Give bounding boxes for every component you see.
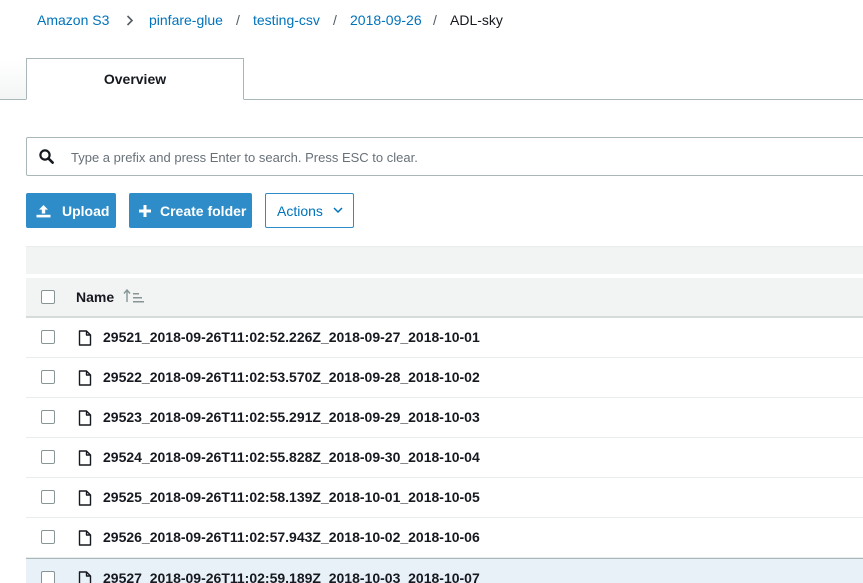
breadcrumb-folder-testing-csv[interactable]: testing-csv [253, 12, 320, 28]
file-icon [78, 410, 92, 426]
row-checkbox[interactable] [41, 330, 55, 344]
column-header-name[interactable]: Name [76, 289, 114, 305]
file-name-link[interactable]: 29525_2018-09-26T11:02:58.139Z_2018-10-0… [103, 489, 480, 505]
select-all-checkbox[interactable] [41, 290, 55, 304]
table-row[interactable]: 29522_2018-09-26T11:02:53.570Z_2018-09-2… [26, 358, 863, 398]
search-input[interactable] [69, 138, 863, 177]
create-folder-button-label: Create folder [160, 202, 247, 219]
table-header: Name [26, 278, 863, 318]
row-checkbox[interactable] [41, 410, 55, 424]
file-icon [78, 370, 92, 386]
actions-dropdown-label: Actions [277, 202, 323, 219]
row-checkbox[interactable] [41, 450, 55, 464]
file-icon [78, 330, 92, 346]
file-name-link[interactable]: 29527_2018-09-26T11:02:59.189Z_2018-10-0… [103, 570, 480, 583]
tab-area-shadow [0, 60, 26, 100]
table-row[interactable]: 29523_2018-09-26T11:02:55.291Z_2018-09-2… [26, 398, 863, 438]
actions-dropdown[interactable]: Actions [265, 193, 354, 228]
breadcrumb-current-folder: ADL-sky [450, 12, 503, 28]
tab-overview-label: Overview [103, 71, 167, 87]
file-icon [78, 530, 92, 546]
file-icon [78, 490, 92, 506]
row-checkbox[interactable] [41, 571, 55, 583]
file-name-link[interactable]: 29521_2018-09-26T11:02:52.226Z_2018-09-2… [103, 329, 480, 345]
chevron-down-icon [333, 207, 343, 214]
breadcrumb-separator: / [236, 12, 240, 28]
table-toolbar-strip [26, 246, 863, 274]
file-name-link[interactable]: 29526_2018-09-26T11:02:57.943Z_2018-10-0… [103, 529, 480, 545]
row-checkbox[interactable] [41, 490, 55, 504]
breadcrumb-folder-date[interactable]: 2018-09-26 [350, 12, 422, 28]
search-icon [39, 149, 54, 164]
file-name-link[interactable]: 29522_2018-09-26T11:02:53.570Z_2018-09-2… [103, 369, 480, 385]
file-name-link[interactable]: 29523_2018-09-26T11:02:55.291Z_2018-09-2… [103, 409, 480, 425]
chevron-right-icon [126, 15, 134, 26]
create-folder-button[interactable]: Create folder [129, 193, 252, 228]
row-checkbox[interactable] [41, 530, 55, 544]
table-row[interactable]: 29526_2018-09-26T11:02:57.943Z_2018-10-0… [26, 518, 863, 558]
sort-ascending-icon[interactable] [123, 289, 145, 303]
file-icon [78, 571, 92, 583]
breadcrumb: Amazon S3 pinfare-glue / testing-csv / 2… [0, 0, 863, 42]
breadcrumb-separator: / [433, 12, 437, 28]
upload-button[interactable]: Upload [26, 193, 116, 228]
file-icon [78, 450, 92, 466]
table-row[interactable]: 29527_2018-09-26T11:02:59.189Z_2018-10-0… [26, 558, 863, 583]
tab-overview[interactable]: Overview [26, 58, 244, 100]
table-row[interactable]: 29521_2018-09-26T11:02:52.226Z_2018-09-2… [26, 318, 863, 358]
table-row[interactable]: 29524_2018-09-26T11:02:55.828Z_2018-09-3… [26, 438, 863, 478]
breadcrumb-bucket[interactable]: pinfare-glue [149, 12, 223, 28]
row-checkbox[interactable] [41, 370, 55, 384]
upload-icon [36, 204, 51, 217]
search-bar [26, 137, 863, 177]
breadcrumb-separator: / [333, 12, 337, 28]
file-name-link[interactable]: 29524_2018-09-26T11:02:55.828Z_2018-09-3… [103, 449, 480, 465]
table-row[interactable]: 29525_2018-09-26T11:02:58.139Z_2018-10-0… [26, 478, 863, 518]
upload-button-label: Upload [62, 202, 110, 219]
breadcrumb-amazon-s3[interactable]: Amazon S3 [37, 12, 109, 28]
s3-console-page: Amazon S3 pinfare-glue / testing-csv / 2… [0, 0, 863, 583]
plus-icon [139, 204, 151, 217]
